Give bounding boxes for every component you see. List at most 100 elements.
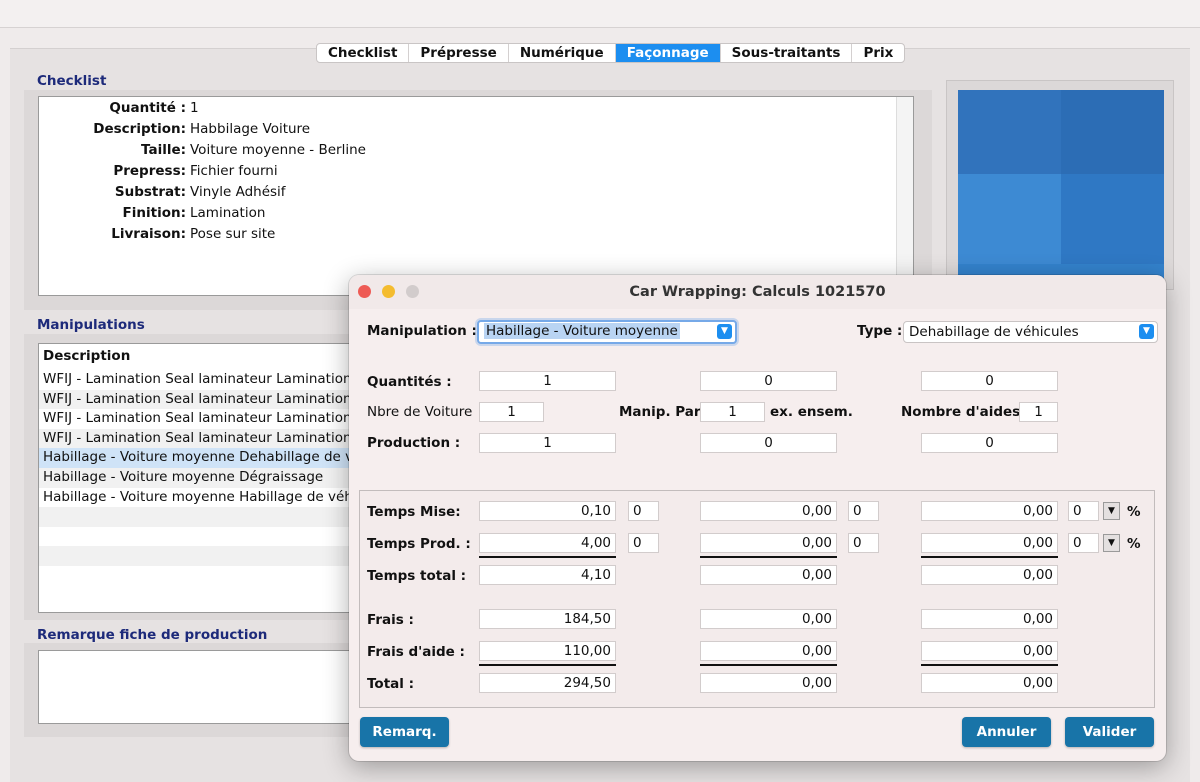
temps-prod-label: Temps Prod. : [367,536,471,552]
sum-line [700,664,837,666]
nbre-voiture-field[interactable]: 1 [479,402,544,422]
temps-prod-small-2[interactable]: 0 [848,533,879,553]
temps-total-field-3: 0,00 [921,565,1058,585]
ex-ensem-label: ex. ensem. [770,404,853,420]
sum-line [700,556,837,558]
tab-bar: Checklist Prépresse Numérique Façonnage … [316,43,906,63]
nombre-aides-label: Nombre d'aides : [901,404,1031,420]
checklist-value: Voiture moyenne - Berline [190,142,366,158]
close-window-icon[interactable] [358,285,371,298]
table-row[interactable]: WFIJ - Lamination Seal laminateur Lamina… [39,370,357,390]
frais-aide-field-1: 110,00 [479,641,616,661]
sum-line [479,664,616,666]
temps-mise-field-3[interactable]: 0,00 [921,501,1058,521]
temps-prod-small-3[interactable]: 0 [1068,533,1099,553]
frais-aide-field-2: 0,00 [700,641,837,661]
manipulation-select[interactable]: Habillage - Voiture moyenne ▼ [477,320,737,344]
sum-line [479,556,616,558]
temps-prod-field-1[interactable]: 4,00 [479,533,616,553]
manipulations-title: Manipulations [37,317,145,333]
production-field-1[interactable]: 1 [479,433,616,453]
total-field-1: 294,50 [479,673,616,693]
tab-prepresse[interactable]: Prépresse [409,44,509,62]
quantite-field-3[interactable]: 0 [921,371,1058,391]
checklist-label: Finition: [122,205,186,221]
dropdown-arrow-icon[interactable]: ▼ [1103,502,1120,520]
production-field-2[interactable]: 0 [700,433,837,453]
remarq-button[interactable]: Remarq. [360,717,449,747]
chevron-down-icon: ▼ [717,324,732,339]
percent-label: % [1127,504,1141,520]
table-row[interactable] [39,507,357,527]
table-row[interactable] [39,566,357,586]
manip-par-label: Manip. Par : [619,404,711,420]
table-row[interactable]: Habillage - Voiture moyenne Dégraissage [39,468,357,488]
table-row[interactable] [39,527,357,547]
frais-field-2: 0,00 [700,609,837,629]
manipulations-table: Description WFIJ - Lamination Seal lamin… [38,343,358,613]
quantite-field-1[interactable]: 1 [479,371,616,391]
checklist-value: Pose sur site [190,226,276,242]
nombre-aides-field[interactable]: 1 [1019,402,1058,422]
column-header-description[interactable]: Description [39,344,357,368]
type-label: Type : [857,323,903,339]
tab-checklist[interactable]: Checklist [317,44,410,62]
type-select[interactable]: Dehabillage de véhicules ▼ [903,321,1158,343]
valider-button[interactable]: Valider [1065,717,1154,747]
production-label: Production : [367,435,461,451]
checklist-value: Habbilage Voiture [190,121,311,137]
quantite-field-2[interactable]: 0 [700,371,837,391]
checklist-label: Prepress: [113,163,186,179]
tab-numerique[interactable]: Numérique [509,44,616,62]
nbre-voiture-label: Nbre de Voiture [367,404,473,420]
table-row[interactable]: Habillage - Voiture moyenne Dehabillage … [39,448,357,468]
checklist-scrollbar[interactable] [896,97,913,295]
temps-total-field-2: 0,00 [700,565,837,585]
dialog-title: Car Wrapping: Calculs 1021570 [349,275,1166,309]
minimize-window-icon[interactable] [382,285,395,298]
temps-total-label: Temps total : [367,568,467,584]
production-field-3[interactable]: 0 [921,433,1058,453]
annuler-button[interactable]: Annuler [962,717,1051,747]
remarque-textarea[interactable] [38,650,358,724]
temps-prod-field-3[interactable]: 0,00 [921,533,1058,553]
table-row[interactable]: WFIJ - Lamination Seal laminateur Lamina… [39,428,357,449]
frais-aide-field-3: 0,00 [921,641,1058,661]
checklist-title: Checklist [37,73,107,89]
sum-line [921,556,1058,558]
temps-total-field-1: 4,10 [479,565,616,585]
frais-field-1: 184,50 [479,609,616,629]
preview-image [958,90,1164,280]
tab-prix[interactable]: Prix [852,44,904,62]
table-row[interactable]: WFIJ - Lamination Seal laminateur Lamina… [39,409,357,429]
dropdown-arrow-icon[interactable]: ▼ [1103,534,1120,552]
temps-prod-field-2[interactable]: 0,00 [700,533,837,553]
checklist-label: Taille: [140,142,186,158]
type-value: Dehabillage de véhicules [909,324,1079,340]
quantites-label: Quantités : [367,374,452,390]
manipulation-label: Manipulation : [367,323,477,339]
table-row[interactable]: Habillage - Voiture moyenne Habillage de… [39,488,357,508]
remarque-title: Remarque fiche de production [37,627,268,643]
table-row[interactable]: WFIJ - Lamination Seal laminateur Lamina… [39,389,357,410]
temps-mise-field-1[interactable]: 0,10 [479,501,616,521]
total-field-2: 0,00 [700,673,837,693]
window-top-bar [0,0,1200,28]
frais-field-3: 0,00 [921,609,1058,629]
temps-mise-small-1[interactable]: 0 [628,501,659,521]
manipulation-value: Habillage - Voiture moyenne [484,323,680,339]
manip-par-field[interactable]: 1 [700,402,765,422]
frais-aide-label: Frais d'aide : [367,644,465,660]
total-field-3: 0,00 [921,673,1058,693]
tab-sous-traitants[interactable]: Sous-traitants [721,44,853,62]
temps-mise-field-2[interactable]: 0,00 [700,501,837,521]
checklist-value: 1 [190,100,199,116]
temps-mise-small-3[interactable]: 0 [1068,501,1099,521]
tab-faconnage[interactable]: Façonnage [615,44,721,62]
calc-dialog: Car Wrapping: Calculs 1021570 Manipulati… [349,275,1166,761]
table-row[interactable] [39,546,357,566]
zoom-window-icon[interactable] [406,285,419,298]
temps-mise-small-2[interactable]: 0 [848,501,879,521]
temps-mise-label: Temps Mise: [367,504,461,520]
temps-prod-small-1[interactable]: 0 [628,533,659,553]
